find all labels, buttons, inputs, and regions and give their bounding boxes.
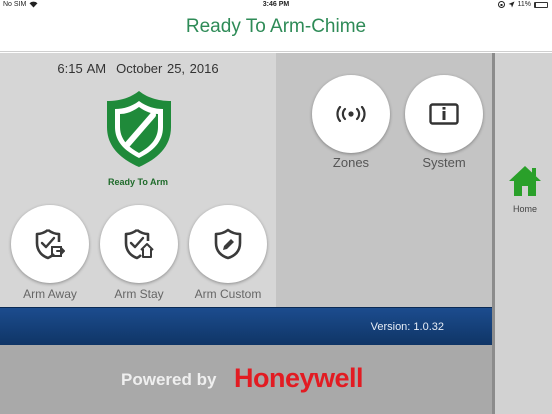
header: Ready To Arm-Chime (0, 12, 552, 52)
location-icon (508, 1, 514, 8)
battery-icon (534, 1, 548, 8)
zones-label: Zones (332, 155, 370, 170)
arm-custom-button[interactable] (189, 205, 267, 283)
system-label: System (422, 155, 466, 170)
status-bar: No SIM 3:46 PM 11% (0, 0, 552, 12)
arm-custom-label: Arm Custom (194, 287, 262, 301)
status-panel: 6:15 AM October 25, 2016 Ready To Arm Arm… (0, 53, 276, 307)
arm-away-button[interactable] (11, 205, 89, 283)
arm-away-label: Arm Away (23, 287, 77, 301)
shield-arm-custom-icon (214, 228, 242, 260)
system-info-icon (429, 103, 459, 125)
shield-ready-icon (107, 91, 171, 167)
battery-percent: 11% (517, 1, 532, 8)
rotation-lock-icon (497, 1, 505, 8)
system-button[interactable] (405, 75, 483, 153)
zones-button[interactable] (312, 75, 390, 153)
panel-date: October 25, 2016 (116, 61, 219, 76)
arm-stay-button[interactable] (100, 205, 178, 283)
panel-time: 6:15 AM (57, 61, 107, 76)
home-button[interactable]: Home (507, 165, 543, 214)
shield-arm-stay-icon (124, 228, 154, 260)
page-title: Ready To Arm-Chime (185, 16, 367, 37)
clock: 3:46 PM (262, 1, 290, 8)
sidebar: Home (492, 53, 552, 414)
arm-status-label: Ready To Arm (107, 177, 168, 187)
zones-signal-icon (336, 106, 366, 122)
navigation-panel: Zones System (276, 53, 492, 307)
version-label: Version: 1.0.32 (370, 321, 444, 333)
shield-arm-away-icon (35, 228, 65, 260)
home-icon (509, 166, 541, 196)
powered-by-footer: Powered by Honeywell (0, 345, 492, 414)
version-bar: Version: 1.0.32 (0, 307, 492, 345)
arm-stay-label: Arm Stay (114, 287, 164, 301)
honeywell-logo: Honeywell (234, 363, 364, 393)
panel-datetime: 6:15 AM October 25, 2016 (0, 61, 276, 76)
home-label: Home (512, 204, 537, 214)
powered-by-text: Powered by (121, 370, 217, 389)
